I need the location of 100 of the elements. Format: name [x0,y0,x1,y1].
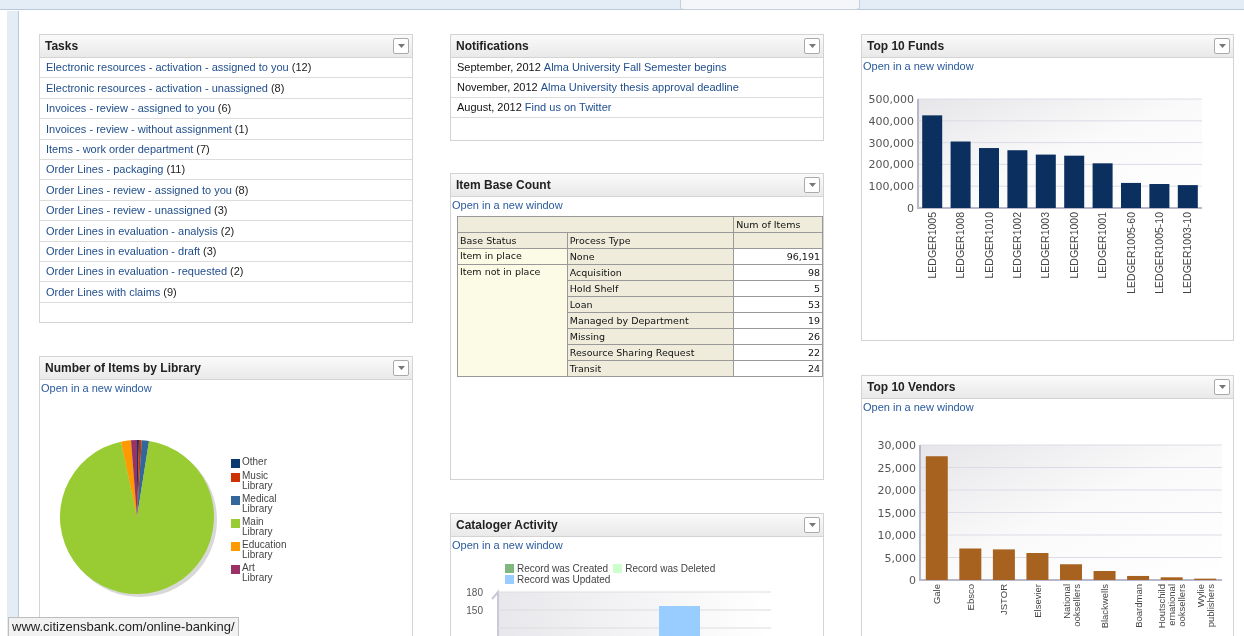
axis-label: 150 [466,605,483,616]
dropdown-button[interactable] [393,360,409,376]
task-count: (9) [163,284,177,300]
dropdown-button[interactable] [1214,38,1230,54]
open-link[interactable]: Open in a new window [451,537,823,552]
legend-label: Art Library [242,563,273,583]
task-link[interactable]: Items - work order department [46,141,194,158]
legend-label: Education Library [242,540,287,560]
task-row[interactable]: Items - work order department (7) [40,139,412,160]
bar [1149,184,1170,208]
task-row[interactable]: Order Lines - review - assigned to you (8) [40,180,412,201]
open-link[interactable]: Open in a new window [862,399,1233,414]
legend-label: Record was Updated [517,574,611,585]
notification-date: November, 2012 [457,80,538,96]
category-label: LEDGER1003-10 [1181,212,1194,294]
legend-label: Record was Deleted [625,563,716,574]
task-link[interactable]: Order Lines in evaluation - requested [46,263,227,280]
category-label: LEDGER1010 [982,212,995,279]
task-count: (6) [217,101,232,117]
notification-link[interactable]: Alma University Fall Semester begins [543,59,727,76]
caret-icon [397,366,405,370]
category-label: LEDGER1001 [1096,212,1109,279]
legend-label: Main Library [242,517,273,537]
task-row[interactable]: Order Lines in evaluation - analysis (2) [40,221,412,242]
bar [992,549,1015,580]
axis-tick-label: 0 [909,574,916,587]
task-count: (11) [166,162,186,178]
legend-label: Medical Library [242,494,277,514]
axis-tick-label: 15,000 [877,506,916,520]
open-link[interactable]: Open in a new window [862,58,1233,73]
open-link[interactable]: Open in a new window [451,197,823,212]
dropdown-button[interactable] [804,177,820,193]
bar [1007,150,1028,208]
panel-title: Tasks [45,38,79,55]
notification-link[interactable]: Alma University thesis approval deadline [540,79,739,96]
notification-link[interactable]: Find us on Twitter [524,99,612,116]
caret-icon [1218,44,1226,48]
task-row[interactable]: Invoices - review - assigned to you (6) [40,98,412,120]
task-row[interactable]: Electronic resources - activation - unassigned (8) [40,78,412,99]
legend-label: Record was Created [517,563,609,574]
category-label: LEDGER1005 [925,212,938,279]
axis-tick-label: 5,000 [884,551,916,565]
category-label: LEDGER1002 [1010,212,1023,279]
axis-label: 180 [466,587,483,598]
bar [1177,185,1198,208]
task-row[interactable]: Order Lines - packaging (11) [40,159,412,181]
category-label: LEDGER1003 [1039,212,1052,279]
panel-title: Number of Items by Library [45,360,202,377]
task-count: (12) [291,60,312,76]
task-link[interactable]: Invoices - review - assigned to you [46,100,215,117]
task-link[interactable]: Order Lines in evaluation - draft [46,242,201,260]
axis-tick-label: 0 [907,202,914,215]
task-link[interactable]: Invoices - review - without assignment [46,120,232,138]
category-label: Houtschild ernational ooksellers [1156,584,1188,629]
dropdown-button[interactable] [393,38,409,54]
task-link[interactable]: Electronic resources - activation - assigned to you [46,59,289,76]
legend-label: Other [242,457,267,467]
panel-title: Item Base Count [456,177,551,194]
bar [1026,553,1049,580]
task-count: (2) [230,264,244,280]
task-row[interactable]: Order Lines with claims (9) [40,282,412,303]
category-label: JSTOR [998,584,1010,615]
task-link[interactable]: Order Lines - review - unassigned [46,202,212,219]
category-label: Ebsco [964,584,976,611]
table-cell: Item not in place [457,264,568,377]
task-count: (8) [234,182,249,198]
caret-icon [397,44,405,48]
dropdown-button[interactable] [804,517,820,533]
bar [979,148,999,208]
task-count: (3) [214,203,228,219]
caret-icon [808,44,816,48]
task-count: (3) [203,243,217,259]
notification-date: August, 2012 [457,100,522,116]
task-link[interactable]: Order Lines - review - assigned to you [46,181,232,199]
task-link[interactable]: Order Lines - packaging [46,161,164,178]
task-row[interactable]: Order Lines in evaluation - requested (2) [40,261,412,283]
panel-title: Notifications [456,38,529,55]
task-row[interactable]: Invoices - review - without assignment (1) [40,119,412,140]
caret-icon [808,523,816,527]
task-link[interactable]: Electronic resources - activation - unassigned [46,79,268,97]
panel-title: Top 10 Vendors [867,379,956,396]
open-link[interactable]: Open in a new window [40,380,412,395]
dropdown-button[interactable] [1214,379,1230,395]
panel-title: Cataloger Activity [456,517,558,534]
table-header: Num of Items [733,216,823,233]
task-row[interactable]: Electronic resources - activation - assigned to you (12) [40,58,412,79]
task-link[interactable]: Order Lines with claims [46,283,161,301]
category-label: LEDGER1005-10 [1152,212,1165,294]
bar [1127,575,1150,580]
dropdown-button[interactable] [804,38,820,54]
bar [659,606,700,636]
category-label: LEDGER1000 [1067,212,1080,279]
axis-tick-label: 200,000 [868,158,914,172]
task-row[interactable]: Order Lines in evaluation - draft (3) [40,241,412,262]
axis-tick-label: 100,000 [868,180,914,194]
panel-title: Top 10 Funds [867,38,945,55]
category-label: Elsevier [1031,584,1043,618]
task-row[interactable]: Order Lines - review - unassigned (3) [40,200,412,222]
task-link[interactable]: Order Lines in evaluation - analysis [46,222,218,240]
axis-tick-label: 20,000 [877,484,916,497]
